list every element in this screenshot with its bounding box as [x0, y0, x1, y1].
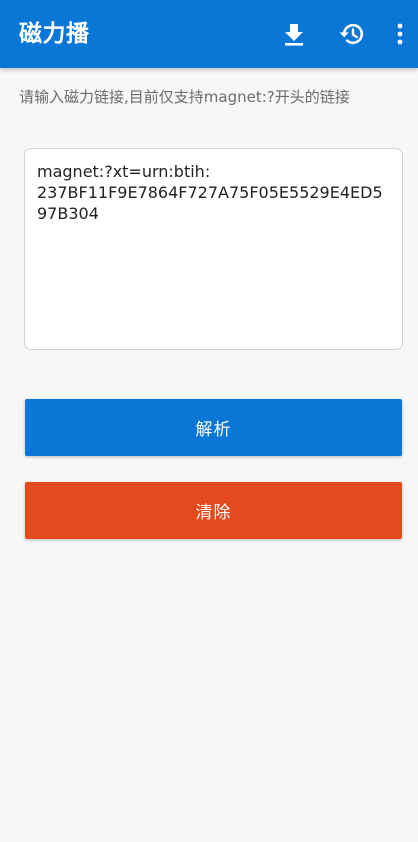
history-button[interactable] — [333, 16, 369, 52]
parse-button[interactable]: 解析 — [25, 399, 402, 456]
magnet-link-input[interactable]: magnet:?xt=urn:btih: 237BF11F9E7864F727A… — [24, 148, 403, 350]
app-screen: 磁力播 请输入磁力链接,目前仅支持magnet:?开头的链接 magnet:?x… — [0, 0, 418, 842]
input-hint-text: 请输入磁力链接,目前仅支持magnet:?开头的链接 — [19, 88, 350, 106]
app-title: 磁力播 — [19, 21, 90, 47]
more-vert-icon — [396, 23, 404, 45]
history-icon — [337, 21, 365, 47]
app-bar: 磁力播 — [0, 0, 418, 68]
download-button[interactable] — [276, 16, 312, 52]
more-options-button[interactable] — [382, 16, 418, 52]
download-icon — [283, 22, 305, 46]
clear-button[interactable]: 清除 — [25, 482, 402, 539]
